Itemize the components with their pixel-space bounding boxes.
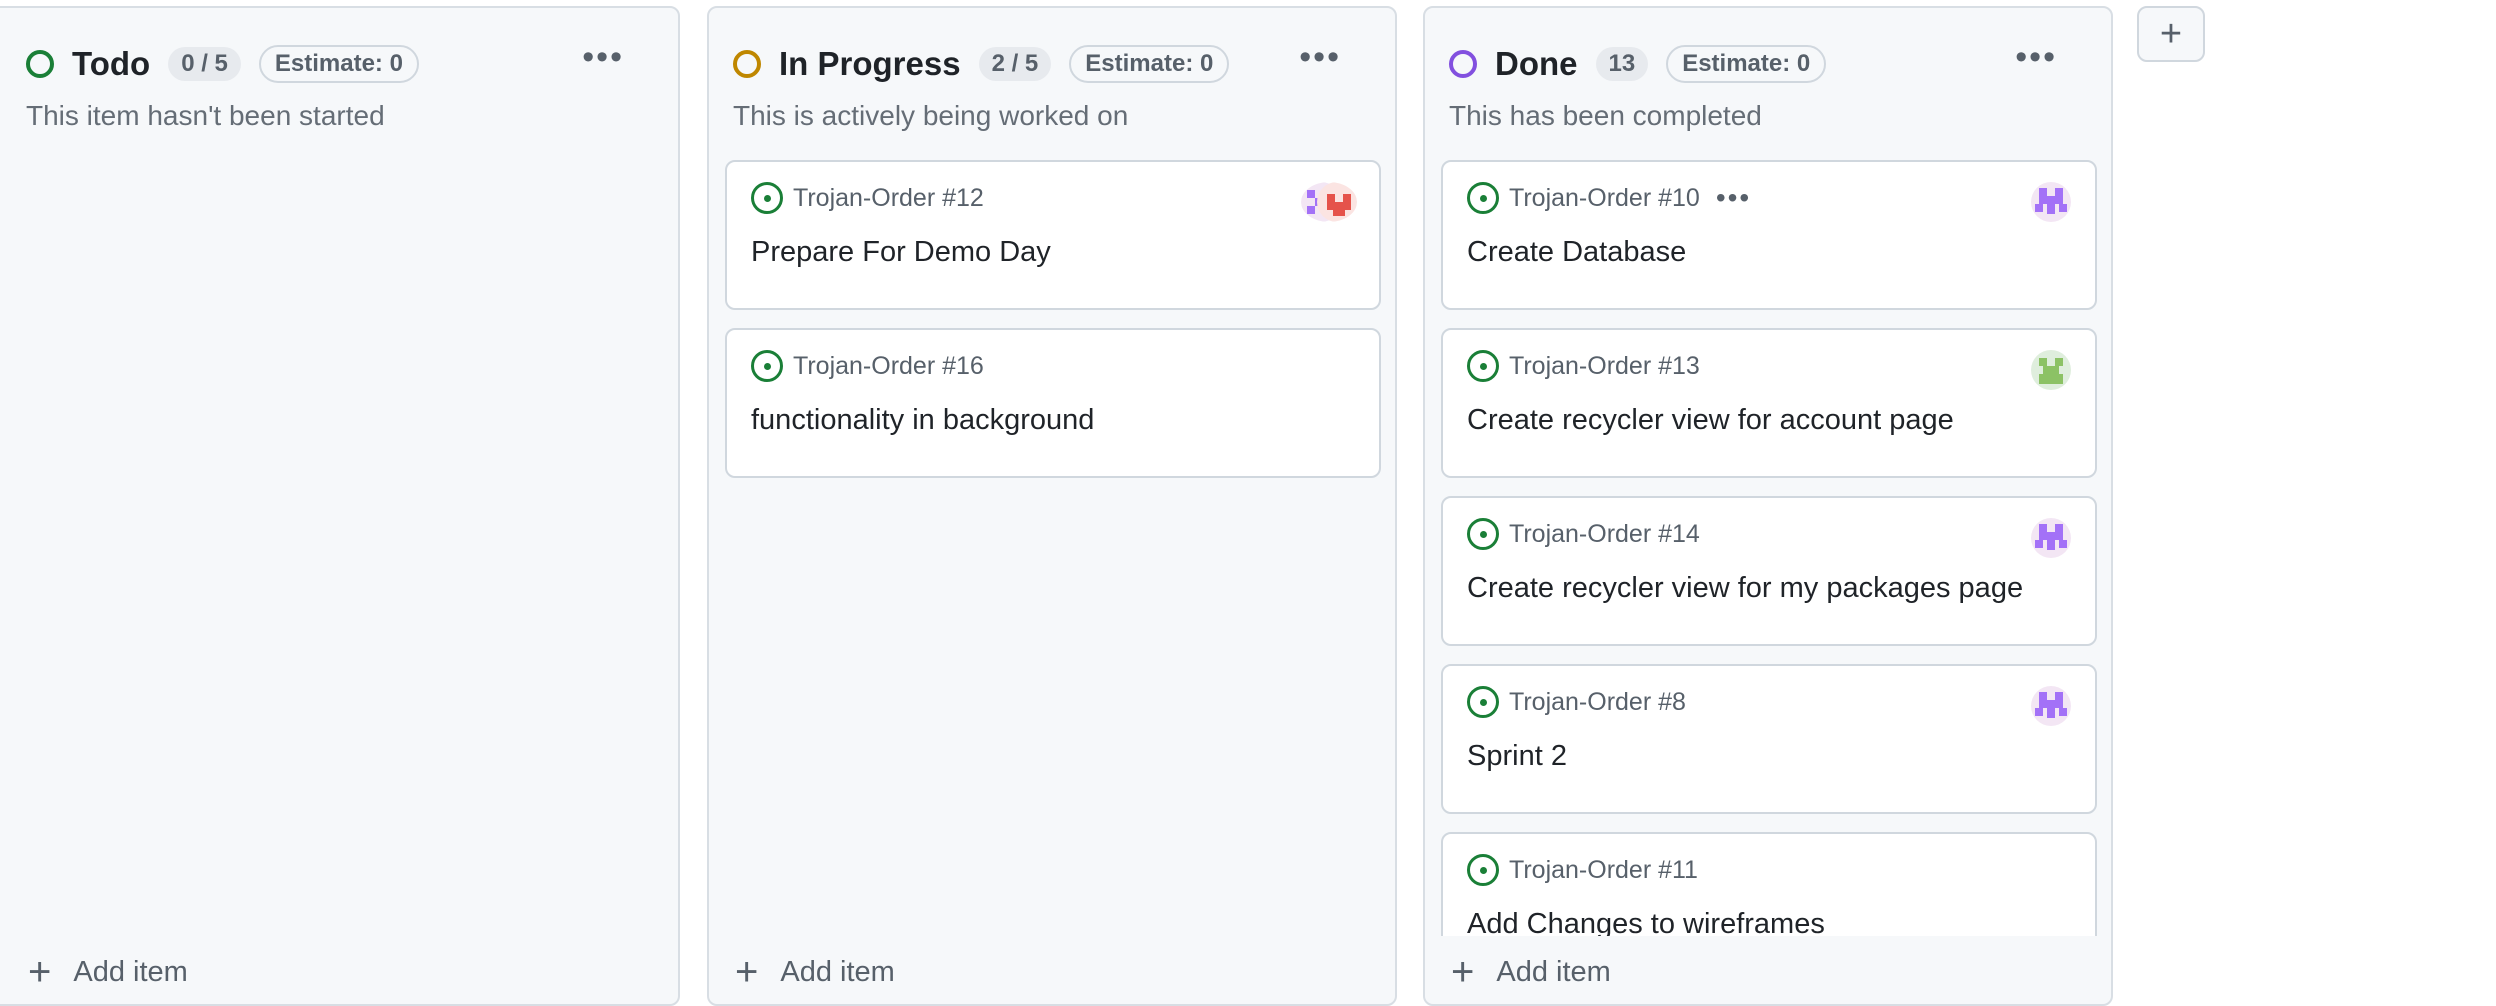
issue-opened-icon [751,350,783,382]
column-title: Todo [72,45,151,82]
item-count-badge: 13 [1595,47,1649,81]
issue-reference[interactable]: Trojan-Order #12 [793,184,984,213]
issue-card[interactable]: Trojan-Order #8 Sprint 2 [1441,664,2097,814]
plus-icon: + [735,950,759,994]
column-header: In Progress 2 / 5 Estimate: 0 [733,36,1230,92]
issue-opened-icon [1467,854,1499,886]
card-header: Trojan-Order #12 [751,182,984,214]
card-title[interactable]: functionality in background [751,404,1094,437]
status-circle-icon [733,50,761,78]
card-title[interactable]: Create Database [1467,236,1686,269]
plus-icon: + [28,950,52,994]
card-title[interactable]: Create recycler view for account page [1467,404,1954,437]
issue-reference[interactable]: Trojan-Order #11 [1509,856,1698,885]
card-header: Trojan-Order #10 ••• [1467,182,1751,214]
issue-reference[interactable]: Trojan-Order #13 [1509,352,1700,381]
column-todo: Todo 0 / 5 Estimate: 0 ••• This item has… [0,6,680,1006]
issue-reference[interactable]: Trojan-Order #14 [1509,520,1700,549]
issue-card[interactable]: Trojan-Order #10 ••• Create Database [1441,160,2097,310]
column-menu-kebab-icon[interactable]: ••• [582,40,624,74]
add-item-button[interactable]: + Add item [28,952,188,992]
add-item-label: Add item [73,955,188,988]
issue-opened-icon [751,182,783,214]
issue-card[interactable]: Trojan-Order #14 Create recycler view fo… [1441,496,2097,646]
column-menu-kebab-icon[interactable]: ••• [1299,40,1341,74]
issue-reference[interactable]: Trojan-Order #8 [1509,688,1686,717]
card-title[interactable]: Sprint 2 [1467,740,1567,773]
issue-opened-icon [1467,518,1499,550]
card-header: Trojan-Order #14 [1467,518,1700,550]
card-header: Trojan-Order #11 [1467,854,1698,886]
card-header: Trojan-Order #13 [1467,350,1700,382]
card-header: Trojan-Order #16 [751,350,984,382]
assignee-avatar[interactable] [2031,518,2071,558]
issue-opened-icon [1467,350,1499,382]
assignee-avatar[interactable] [2031,686,2071,726]
estimate-badge: Estimate: 0 [1666,45,1827,83]
add-item-button[interactable]: + Add item [1451,952,1611,992]
issue-card[interactable]: Trojan-Order #16 functionality in backgr… [725,328,1381,478]
column-description: This has been completed [1449,100,1762,131]
card-title[interactable]: Add Changes to wireframes [1467,908,1825,936]
column-done: Done 13 Estimate: 0 ••• This has been co… [1423,6,2113,1006]
column-title: In Progress [779,45,961,82]
column-description: This is actively being worked on [733,100,1129,131]
plus-icon: + [1451,950,1475,994]
add-item-button[interactable]: + Add item [735,952,895,992]
card-header: Trojan-Order #8 [1467,686,1686,718]
issue-card[interactable]: Trojan-Order #13 Create recycler view fo… [1441,328,2097,478]
card-list: Trojan-Order #12 Prepare For Demo Day Tr… [725,160,1381,936]
column-header: Todo 0 / 5 Estimate: 0 [26,36,419,92]
item-count-badge: 0 / 5 [168,47,241,81]
assignee-avatar[interactable] [2031,182,2071,222]
card-list: Trojan-Order #10 ••• Create Database Tro… [1441,160,2097,936]
add-column-button[interactable]: + [2137,6,2205,62]
column-menu-kebab-icon[interactable]: ••• [2015,40,2057,74]
item-count-badge: 2 / 5 [978,47,1052,81]
add-item-label: Add item [780,955,895,988]
status-circle-icon [1449,50,1477,78]
issue-reference[interactable]: Trojan-Order #10 [1509,184,1700,213]
estimate-badge: Estimate: 0 [1069,45,1230,83]
card-title[interactable]: Create recycler view for my packages pag… [1467,572,2023,605]
column-in-progress: In Progress 2 / 5 Estimate: 0 ••• This i… [707,6,1397,1006]
issue-card[interactable]: Trojan-Order #11 Add Changes to wirefram… [1441,832,2097,936]
add-item-label: Add item [1496,955,1611,988]
card-more-options-icon[interactable]: ••• [1716,182,1751,214]
issue-card[interactable]: Trojan-Order #12 Prepare For Demo Day [725,160,1381,310]
column-header: Done 13 Estimate: 0 [1449,36,1827,92]
issue-opened-icon [1467,686,1499,718]
status-circle-icon [26,50,54,78]
column-title: Done [1495,45,1578,82]
issue-opened-icon [1467,182,1499,214]
assignee-avatar[interactable] [2031,350,2071,390]
issue-reference[interactable]: Trojan-Order #16 [793,352,984,381]
estimate-badge: Estimate: 0 [258,45,419,83]
column-description: This item hasn't been started [26,100,385,131]
assignee-avatar[interactable] [1301,182,1357,222]
card-title[interactable]: Prepare For Demo Day [751,236,1051,269]
plus-icon: + [2159,12,2183,55]
